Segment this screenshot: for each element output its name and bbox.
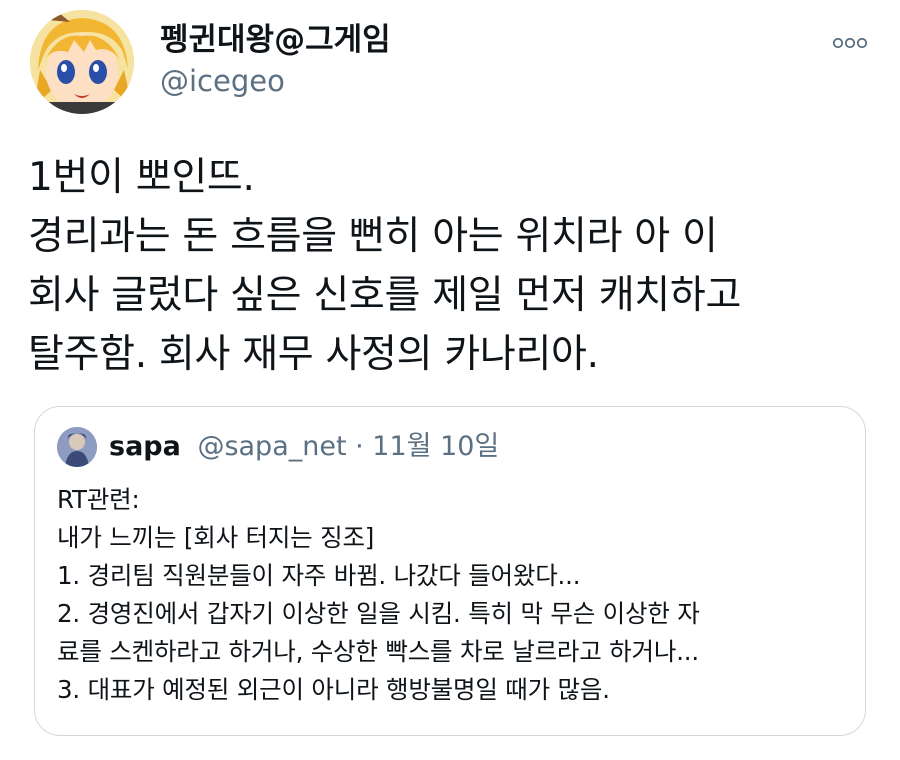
quoted-author-name[interactable]: sapa xyxy=(109,431,181,462)
tweet: 펭귄대왕@그게임 @icegeo 1번이 뽀인뜨. 경리과는 돈 흐름을 뻔히 … xyxy=(0,0,900,760)
more-options-icon[interactable] xyxy=(832,34,868,49)
user-avatar-icon xyxy=(57,427,97,467)
quoted-author-avatar[interactable] xyxy=(57,427,97,467)
author-display-name[interactable]: 펭귄대왕@그게임 xyxy=(160,22,391,58)
meta-separator: · xyxy=(346,431,373,462)
quoted-header: sapa @sapa_net · 11월 10일 xyxy=(109,429,499,465)
author-avatar[interactable] xyxy=(30,10,134,114)
quoted-date[interactable]: 11월 10일 xyxy=(372,431,499,462)
quoted-text: RT관련: 내가 느끼는 [회사 터지는 징조] 1. 경리팀 직원분들이 자주… xyxy=(57,485,700,704)
quoted-author-handle[interactable]: @sapa_net xyxy=(197,431,346,462)
tweet-text: 1번이 뽀인뜨. 경리과는 돈 흐름을 뻔히 아는 위치라 아 이 회사 글렀다… xyxy=(28,155,742,377)
author-handle[interactable]: @icegeo xyxy=(160,64,285,98)
quoted-tweet-card[interactable]: sapa @sapa_net · 11월 10일 RT관련: 내가 느끼는 [회… xyxy=(34,406,866,736)
anime-character-avatar-icon xyxy=(30,10,134,114)
